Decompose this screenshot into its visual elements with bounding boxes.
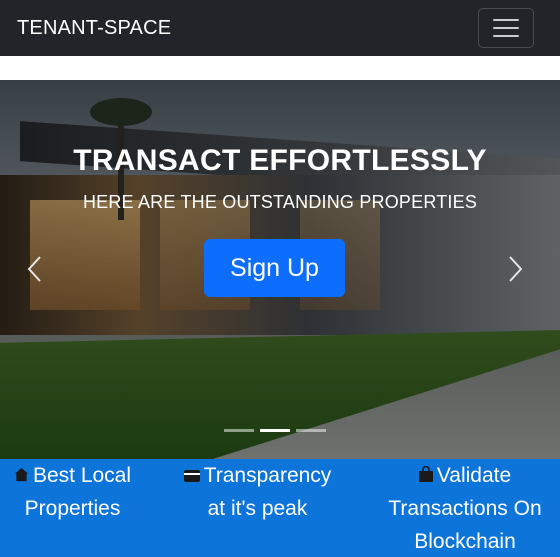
feature-item: Validate Transactions On Blockchain	[370, 459, 560, 557]
carousel-indicator[interactable]	[296, 429, 326, 432]
carousel-indicators	[224, 429, 326, 432]
house-icon	[14, 467, 29, 482]
feature-text-line: Transparency	[203, 464, 332, 487]
feature-text-line: Properties	[24, 497, 121, 520]
features-bar: Best Local Properties Transparency at it…	[0, 459, 560, 557]
chevron-right-icon	[509, 256, 523, 282]
carousel-prev-button[interactable]	[24, 255, 44, 283]
carousel-indicator[interactable]	[224, 429, 254, 432]
sign-up-button[interactable]: Sign Up	[204, 239, 345, 297]
navbar: TENANT-SPACE	[0, 0, 560, 56]
navbar-toggler-button[interactable]	[478, 8, 534, 48]
feature-item: Transparency at it's peak	[145, 459, 370, 557]
carousel-next-button[interactable]	[506, 255, 526, 283]
feature-text-line: Best Local	[32, 464, 132, 487]
hero-title: TRANSACT EFFORTLESSLY	[73, 144, 487, 177]
brand-link[interactable]: TENANT-SPACE	[17, 17, 171, 40]
carousel-indicator-active[interactable]	[260, 429, 290, 432]
credit-card-icon	[183, 470, 200, 482]
hamburger-menu-icon	[493, 19, 519, 37]
shopping-bag-icon	[418, 466, 433, 482]
hero-subtitle: HERE ARE THE OUTSTANDING PROPERTIES	[82, 192, 478, 212]
chevron-left-icon	[27, 256, 41, 282]
hero-caption: TRANSACT EFFORTLESSLY HERE ARE THE OUTST…	[0, 144, 560, 213]
feature-text-line: Validate	[436, 464, 512, 487]
feature-text-line: Transactions On	[388, 497, 542, 520]
feature-item: Best Local Properties	[0, 459, 145, 557]
feature-text-line: Blockchain	[414, 530, 516, 553]
hero-carousel: TRANSACT EFFORTLESSLY HERE ARE THE OUTST…	[0, 80, 560, 459]
feature-text-line: at it's peak	[207, 497, 308, 520]
